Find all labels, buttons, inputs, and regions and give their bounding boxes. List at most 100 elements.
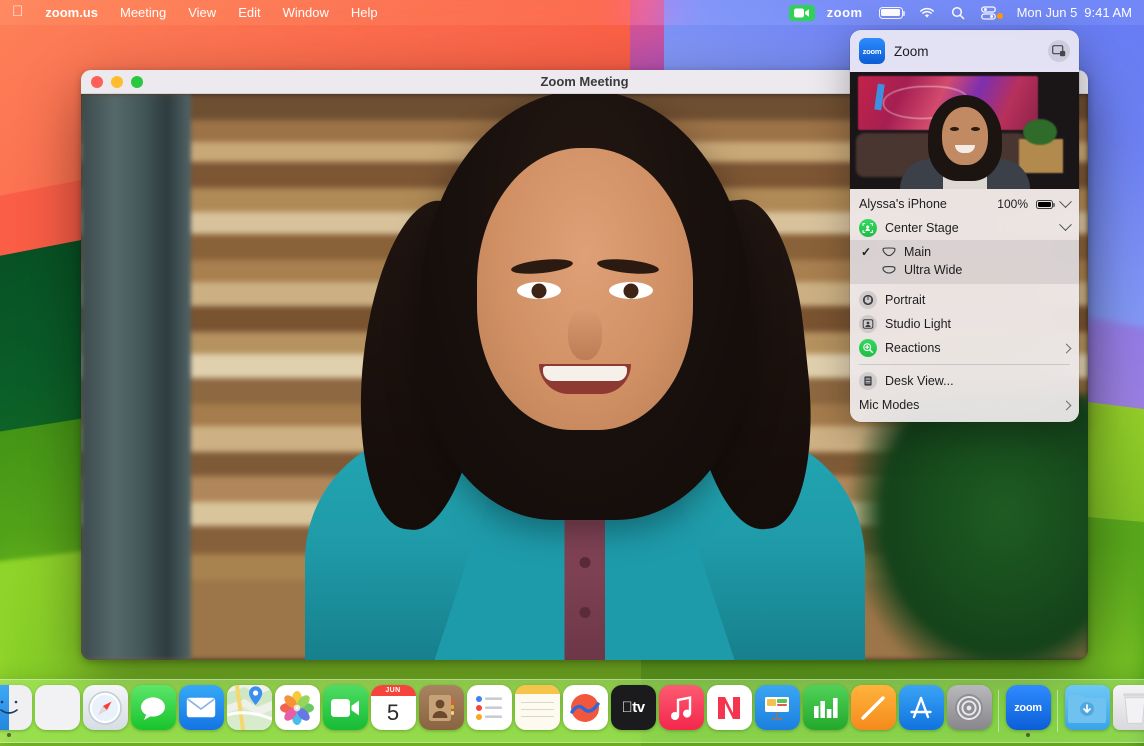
studio-light-row[interactable]: Studio Light <box>850 312 1079 336</box>
popover-divider <box>859 364 1070 365</box>
studio-light-icon <box>859 315 877 333</box>
lens-ultrawide-icon <box>880 265 897 275</box>
mic-modes-row[interactable]: Mic Modes <box>850 393 1079 417</box>
desk-view-label: Desk View... <box>885 374 1070 388</box>
menubar-date: Mon Jun 5 <box>1017 5 1078 20</box>
freeform-icon <box>563 685 608 730</box>
device-name: Alyssa's iPhone <box>859 197 989 211</box>
dock-item-maps[interactable] <box>225 685 273 737</box>
lens-submenu: ✓ Main Ultra Wide <box>850 240 1079 284</box>
finder-icon <box>0 685 32 730</box>
dock-item-keynote[interactable] <box>753 685 801 737</box>
notes-icon <box>515 685 560 730</box>
participant-video-subject <box>305 94 865 660</box>
dock-item-appstore[interactable] <box>897 685 945 737</box>
chevron-right-icon[interactable] <box>1062 343 1072 353</box>
messages-icon <box>131 685 176 730</box>
zoom-dock-label: zoom <box>1014 702 1042 714</box>
photos-icon <box>275 685 320 730</box>
numbers-icon <box>803 685 848 730</box>
apple-menu-icon[interactable]:  <box>10 4 34 21</box>
center-stage-label: Center Stage <box>885 221 1053 235</box>
camera-in-use-indicator <box>997 13 1003 19</box>
dock[interactable]: JUN 5 tv <box>0 679 1144 743</box>
zoom-app-icon: zoom <box>1006 685 1051 730</box>
menu-item-view[interactable]: View <box>177 3 227 22</box>
menubar-time: 9:41 AM <box>1084 5 1132 20</box>
system-settings-icon <box>947 685 992 730</box>
device-battery-percent: 100% <box>997 197 1028 211</box>
dock-separator <box>998 690 999 732</box>
menu-item-meeting[interactable]: Meeting <box>109 3 177 22</box>
contacts-icon <box>419 685 464 730</box>
desk-view-icon <box>859 372 877 390</box>
dock-item-reminders[interactable] <box>465 685 513 737</box>
reactions-label: Reactions <box>885 341 1055 355</box>
dock-item-finder[interactable] <box>0 685 33 737</box>
center-stage-row[interactable]: Center Stage <box>850 215 1079 240</box>
mic-modes-label: Mic Modes <box>859 398 1055 412</box>
video-camera-icon[interactable] <box>789 5 815 21</box>
menu-app-name[interactable]: zoom.us <box>34 3 109 22</box>
portrait-label: Portrait <box>885 293 1070 307</box>
menubar-zoom-label[interactable]: zoom <box>819 5 871 20</box>
dock-item-notes[interactable] <box>513 685 561 737</box>
maps-icon <box>227 685 272 730</box>
dock-item-system-settings[interactable] <box>945 685 993 737</box>
control-center-icon[interactable] <box>973 3 1011 22</box>
screen-share-icon[interactable] <box>1048 40 1070 62</box>
appletv-label: tv <box>632 699 644 716</box>
menu-item-edit[interactable]: Edit <box>227 3 271 22</box>
checkmark-icon: ✓ <box>859 245 873 259</box>
menubar-clock[interactable]: Mon Jun 5 9:41 AM <box>1011 5 1132 20</box>
dock-item-appletv[interactable]: tv <box>609 685 657 737</box>
dock-item-photos[interactable] <box>273 685 321 737</box>
dock-item-trash[interactable] <box>1111 685 1144 737</box>
wifi-icon[interactable] <box>911 3 943 22</box>
chevron-down-icon[interactable] <box>1059 218 1072 231</box>
dock-item-pages[interactable] <box>849 685 897 737</box>
reactions-row[interactable]: Reactions <box>850 336 1079 360</box>
dock-item-facetime[interactable] <box>321 685 369 737</box>
portrait-row[interactable]: Portrait <box>850 288 1079 312</box>
calendar-month: JUN <box>371 685 416 696</box>
lens-option-main[interactable]: ✓ Main <box>850 243 1079 261</box>
dock-item-music[interactable] <box>657 685 705 737</box>
dock-item-zoom[interactable]: zoom <box>1004 685 1052 737</box>
device-row[interactable]: Alyssa's iPhone 100% <box>850 193 1079 215</box>
dock-item-calendar[interactable]: JUN 5 <box>369 685 417 737</box>
dock-item-launchpad[interactable] <box>33 685 81 737</box>
close-button[interactable] <box>91 76 103 88</box>
launchpad-icon <box>35 685 80 730</box>
dock-item-numbers[interactable] <box>801 685 849 737</box>
battery-icon <box>1036 200 1053 209</box>
maximize-button[interactable] <box>131 76 143 88</box>
dock-item-news[interactable] <box>705 685 753 737</box>
lens-option-ultrawide[interactable]: Ultra Wide <box>850 261 1079 279</box>
facetime-icon <box>323 685 368 730</box>
search-icon[interactable] <box>943 3 973 22</box>
dock-item-contacts[interactable] <box>417 685 465 737</box>
menu-item-help[interactable]: Help <box>340 3 389 22</box>
dock-item-freeform[interactable] <box>561 685 609 737</box>
dock-item-mail[interactable] <box>177 685 225 737</box>
chevron-right-icon[interactable] <box>1062 400 1072 410</box>
reactions-icon <box>859 339 877 357</box>
battery-icon[interactable] <box>871 3 911 22</box>
portrait-icon <box>859 291 877 309</box>
minimize-button[interactable] <box>111 76 123 88</box>
calendar-day: 5 <box>371 696 416 730</box>
lens-ultrawide-label: Ultra Wide <box>904 263 962 277</box>
lens-main-label: Main <box>904 245 931 259</box>
dock-item-safari[interactable] <box>81 685 129 737</box>
center-stage-icon <box>859 219 877 237</box>
calendar-icon: JUN 5 <box>371 685 416 730</box>
camera-preview[interactable] <box>850 72 1079 189</box>
camera-control-popover[interactable]: zoom Zoom Alyssa's iPhone 100% <box>850 30 1079 422</box>
dock-item-downloads[interactable] <box>1063 685 1111 737</box>
desk-view-row[interactable]: Desk View... <box>850 369 1079 393</box>
chevron-down-icon[interactable] <box>1059 195 1072 208</box>
dock-separator <box>1057 690 1058 732</box>
menu-item-window[interactable]: Window <box>272 3 340 22</box>
dock-item-messages[interactable] <box>129 685 177 737</box>
